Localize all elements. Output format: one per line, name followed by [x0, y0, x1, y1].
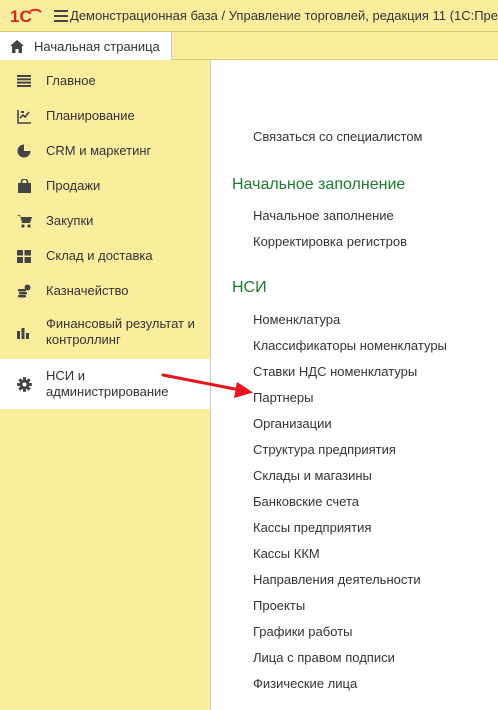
- tab-home-label: Начальная страница: [34, 38, 160, 54]
- coins-icon: [16, 283, 32, 299]
- main-content: Связаться со специалистом Начальное запо…: [211, 60, 498, 710]
- sidebar-item-label: Продажи: [46, 178, 101, 193]
- link-organizations[interactable]: Организации: [253, 416, 332, 431]
- link-register-adjustment[interactable]: Корректировка регистров: [253, 234, 407, 249]
- link-company-cash-desks[interactable]: Кассы предприятия: [253, 520, 371, 535]
- section-title-nsi: НСИ: [232, 279, 267, 296]
- link-warehouses-stores[interactable]: Склады и магазины: [253, 468, 372, 483]
- menu-lines-icon: [16, 73, 32, 89]
- link-bank-accounts[interactable]: Банковские счета: [253, 494, 359, 509]
- tab-bar: Начальная страница: [0, 32, 498, 60]
- sidebar-item-label: Планирование: [46, 108, 135, 123]
- planning-icon: [16, 108, 32, 124]
- title-bar: 1С Демонстрационная база / Управление то…: [0, 0, 498, 32]
- sidebar-item-label: Закупки: [46, 213, 94, 228]
- link-contact-specialist[interactable]: Связаться со специалистом: [253, 129, 423, 144]
- tab-home[interactable]: Начальная страница: [0, 32, 172, 60]
- window-title: Демонстрационная база / Управление торго…: [70, 8, 498, 23]
- link-vat-rates[interactable]: Ставки НДС номенклатуры: [253, 364, 417, 379]
- link-kkm-cash-desks[interactable]: Кассы ККМ: [253, 546, 320, 561]
- sidebar-item-label: Главное: [46, 73, 96, 88]
- sidebar-item-crm[interactable]: CRM и маркетинг: [0, 134, 210, 168]
- svg-text:1С: 1С: [10, 7, 32, 25]
- link-signatories[interactable]: Лица с правом подписи: [253, 650, 395, 665]
- section-title-initial-fill: Начальное заполнение: [232, 176, 406, 193]
- pie-chart-icon: [16, 143, 32, 159]
- link-partners[interactable]: Партнеры: [253, 390, 313, 405]
- link-company-structure[interactable]: Структура предприятия: [253, 442, 396, 457]
- sidebar-item-purchases[interactable]: Закупки: [0, 204, 210, 238]
- sidebar-item-label: Казначейство: [46, 283, 129, 298]
- sidebar-item-label: CRM и маркетинг: [46, 143, 152, 158]
- link-nomenclature[interactable]: Номенклатура: [253, 312, 340, 327]
- warehouse-grid-icon: [16, 248, 32, 264]
- sidebar-item-nsi-admin[interactable]: НСИ и администрирование: [0, 359, 210, 409]
- shopping-cart-icon: [16, 213, 32, 229]
- sidebar-item-financial-result[interactable]: Финансовый результат и контроллинг: [0, 309, 210, 355]
- sidebar-item-planning[interactable]: Планирование: [0, 99, 210, 133]
- sidebar-item-main[interactable]: Главное: [0, 64, 210, 98]
- sidebar-item-label: Финансовый результат и контроллинг: [46, 316, 195, 347]
- home-icon: [10, 39, 24, 53]
- 1c-logo: 1С: [10, 6, 42, 26]
- link-initial-fill[interactable]: Начальное заполнение: [253, 208, 394, 223]
- link-work-schedules[interactable]: Графики работы: [253, 624, 352, 639]
- sidebar-item-warehouse[interactable]: Склад и доставка: [0, 239, 210, 273]
- bar-chart-icon: [16, 324, 32, 340]
- sidebar-item-label: Склад и доставка: [46, 248, 153, 263]
- shopping-bag-icon: [16, 178, 32, 194]
- link-individuals[interactable]: Физические лица: [253, 676, 357, 691]
- sections-panel: Главное Планирование CRM и маркетинг Про…: [0, 60, 211, 710]
- link-business-directions[interactable]: Направления деятельности: [253, 572, 421, 587]
- sidebar-item-label: НСИ и администрирование: [46, 368, 169, 399]
- gear-icon: [16, 376, 32, 392]
- link-projects[interactable]: Проекты: [253, 598, 305, 613]
- sidebar-item-treasury[interactable]: Казначейство: [0, 274, 210, 308]
- sidebar-item-sales[interactable]: Продажи: [0, 169, 210, 203]
- link-nomenclature-classifiers[interactable]: Классификаторы номенклатуры: [253, 338, 447, 353]
